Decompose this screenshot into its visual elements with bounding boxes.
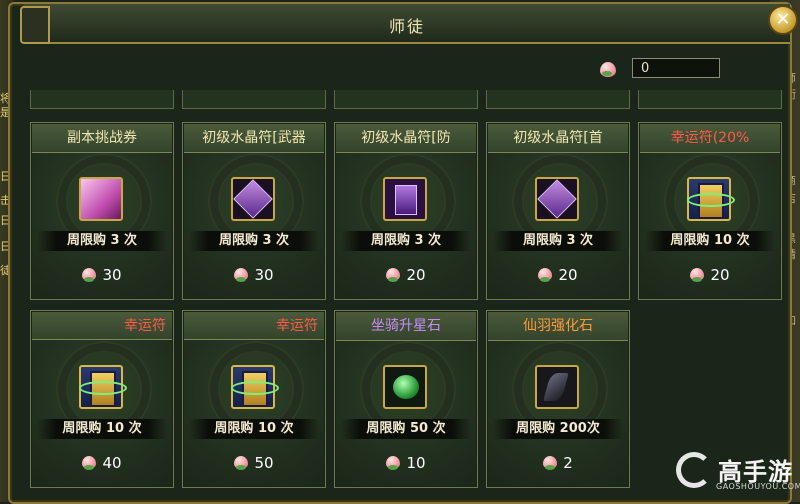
shop-item-crystal-weapon[interactable]: 初级水晶符[武器 周限购 3 次 30 <box>182 122 326 300</box>
previous-row-item <box>334 90 478 109</box>
charm-icon[interactable] <box>687 177 735 221</box>
item-name: 仙羽强化石 <box>488 312 628 341</box>
master-apprentice-shop-window: 师徒 0 副本挑战券 周限购 3 次 30 初级水晶符[武器 周限购 3 次 3… <box>8 2 792 504</box>
price-value: 20 <box>406 266 426 284</box>
charm-icon[interactable] <box>231 365 279 409</box>
peach-icon <box>386 268 401 282</box>
purchase-limit: 周限购 10 次 <box>37 419 167 439</box>
item-price: 20 <box>639 260 781 290</box>
peach-icon <box>690 268 705 282</box>
peach-icon <box>538 268 553 282</box>
shop-item-wing-enhance-stone[interactable]: 仙羽强化石 周限购 200次 2 <box>486 310 630 488</box>
shop-item-mount-star-stone[interactable]: 坐骑升星石 周限购 50 次 10 <box>334 310 478 488</box>
peach-icon <box>234 268 249 282</box>
gaoshouyou-watermark: 高手游 GAOSHOUYOU.COM <box>676 450 800 502</box>
shop-item-luck-charm[interactable]: 幸运符 周限购 10 次 40 <box>30 310 174 488</box>
item-name: 初级水晶符[武器 <box>184 124 324 153</box>
crystal-icon[interactable] <box>231 177 275 221</box>
shop-item-luck-charm-20[interactable]: 幸运符(20% 周限购 10 次 20 <box>638 122 782 300</box>
item-name: 初级水晶符[首 <box>488 124 628 153</box>
item-name: 幸运符 <box>32 312 172 340</box>
price-value: 10 <box>406 454 426 472</box>
price-value: 30 <box>102 266 122 284</box>
item-price: 10 <box>335 448 477 478</box>
peach-icon <box>543 456 558 470</box>
shop-item-luck-charm[interactable]: 幸运符 周限购 10 次 50 <box>182 310 326 488</box>
price-value: 20 <box>558 266 578 284</box>
item-price: 30 <box>31 260 173 290</box>
currency-value: 0 <box>632 58 720 78</box>
item-price: 50 <box>183 448 325 478</box>
item-name: 副本挑战券 <box>32 124 172 153</box>
charm-icon[interactable] <box>79 365 127 409</box>
item-price: 20 <box>487 260 629 290</box>
price-value: 30 <box>254 266 274 284</box>
item-price: 20 <box>335 260 477 290</box>
purchase-limit: 周限购 3 次 <box>493 231 623 251</box>
previous-row-item <box>182 90 326 109</box>
peach-icon <box>234 456 249 470</box>
item-price: 2 <box>487 448 629 478</box>
shop-item-grid[interactable]: 副本挑战券 周限购 3 次 30 初级水晶符[武器 周限购 3 次 30 初级水… <box>24 90 790 502</box>
previous-row-item <box>638 90 782 109</box>
purchase-limit: 周限购 50 次 <box>341 419 471 439</box>
shop-item-crystal-accessory[interactable]: 初级水晶符[首 周限购 3 次 20 <box>486 122 630 300</box>
purchase-limit: 周限购 3 次 <box>37 231 167 251</box>
titlebar-ornament <box>20 6 50 44</box>
price-value: 40 <box>102 454 122 472</box>
window-titlebar: 师徒 <box>24 4 790 44</box>
price-value: 20 <box>710 266 730 284</box>
item-name: 幸运符(20% <box>640 124 780 153</box>
close-button[interactable]: ✕ <box>768 5 798 35</box>
previous-row-item <box>486 90 630 109</box>
purchase-limit: 周限购 200次 <box>493 419 623 439</box>
purchase-limit: 周限购 3 次 <box>341 231 471 251</box>
g-logo-icon <box>676 452 712 488</box>
peach-icon <box>386 456 401 470</box>
item-price: 40 <box>31 448 173 478</box>
item-name: 坐骑升星石 <box>336 312 476 341</box>
previous-row-item <box>30 90 174 109</box>
item-price: 30 <box>183 260 325 290</box>
purchase-limit: 周限购 10 次 <box>645 231 775 251</box>
window-title: 师徒 <box>388 17 425 36</box>
crystal-icon[interactable] <box>383 177 427 221</box>
crystal-icon[interactable] <box>535 177 579 221</box>
price-value: 50 <box>254 454 274 472</box>
shop-item-crystal-armor[interactable]: 初级水晶符[防 周限购 3 次 20 <box>334 122 478 300</box>
gem-icon[interactable] <box>383 365 427 409</box>
shop-item-dungeon-ticket[interactable]: 副本挑战券 周限购 3 次 30 <box>30 122 174 300</box>
peach-icon <box>82 268 97 282</box>
peach-icon <box>82 456 97 470</box>
watermark-url: GAOSHOUYOU.COM <box>716 482 800 491</box>
price-value: 2 <box>563 454 573 472</box>
purchase-limit: 周限购 10 次 <box>189 419 319 439</box>
purchase-limit: 周限购 3 次 <box>189 231 319 251</box>
scroll-icon[interactable] <box>79 177 123 221</box>
item-name: 初级水晶符[防 <box>336 124 476 153</box>
feather-icon[interactable] <box>535 365 579 409</box>
peach-icon <box>600 62 616 77</box>
item-name: 幸运符 <box>184 312 324 340</box>
